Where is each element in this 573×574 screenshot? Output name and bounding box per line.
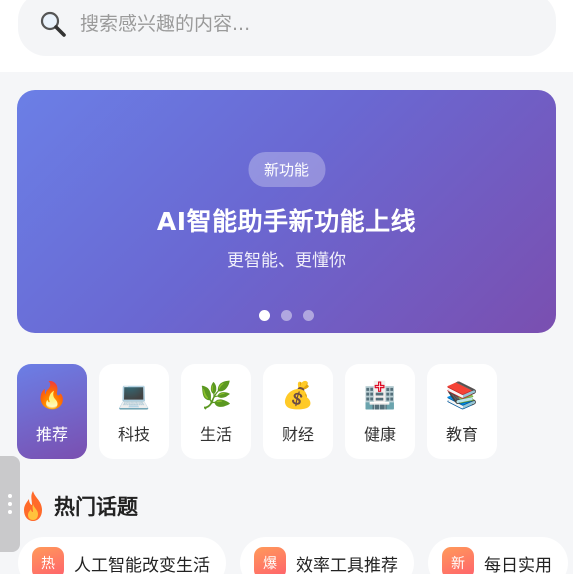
- side-drawer-handle[interactable]: [0, 456, 20, 552]
- search-bar[interactable]: [18, 0, 556, 56]
- carousel-dots: [17, 310, 556, 321]
- topic-chip[interactable]: 爆 效率工具推荐: [240, 537, 414, 574]
- herb-icon: 🌿: [199, 380, 233, 411]
- category-row: 🔥 推荐 💻 科技 🌿 生活 💰 财经 🏥 健康 📚 教育: [17, 364, 497, 459]
- handle-dot: [8, 510, 12, 514]
- fire-icon: [24, 491, 42, 521]
- section-title: 热门话题: [54, 495, 138, 519]
- laptop-icon: 💻: [117, 380, 151, 411]
- category-recommend[interactable]: 🔥 推荐: [17, 364, 87, 459]
- banner-title: AI智能助手新功能上线: [156, 207, 417, 236]
- topic-label: 效率工具推荐: [296, 555, 398, 574]
- carousel-dot-2[interactable]: [281, 310, 292, 321]
- carousel-dot-3[interactable]: [303, 310, 314, 321]
- hospital-icon: 🏥: [363, 380, 397, 411]
- topic-label: 每日实用: [484, 555, 552, 574]
- category-label: 科技: [117, 424, 150, 444]
- carousel-dot-1[interactable]: [259, 310, 270, 321]
- fire-icon: 🔥: [35, 380, 69, 411]
- category-label: 健康: [363, 424, 396, 444]
- handle-dot: [8, 502, 12, 506]
- topic-tag-badge: 新: [442, 547, 474, 574]
- header-bar: [0, 0, 573, 72]
- topic-chips: 热 人工智能改变生活 爆 效率工具推荐 新 每日实用: [18, 537, 568, 574]
- category-life[interactable]: 🌿 生活: [181, 364, 251, 459]
- category-label: 推荐: [35, 424, 68, 444]
- topic-tag-badge: 爆: [254, 547, 286, 574]
- category-label: 教育: [445, 424, 478, 444]
- promo-banner[interactable]: 新功能 AI智能助手新功能上线 更智能、更懂你: [17, 90, 556, 333]
- category-label: 生活: [199, 424, 232, 444]
- topic-label: 人工智能改变生活: [74, 555, 210, 574]
- search-input[interactable]: [80, 13, 460, 35]
- banner-badge: 新功能: [247, 152, 326, 187]
- category-finance[interactable]: 💰 财经: [263, 364, 333, 459]
- hot-topics-header: 热门话题: [20, 490, 138, 522]
- category-health[interactable]: 🏥 健康: [345, 364, 415, 459]
- category-education[interactable]: 📚 教育: [427, 364, 497, 459]
- topic-chip[interactable]: 热 人工智能改变生活: [18, 537, 226, 574]
- category-label: 财经: [281, 424, 314, 444]
- handle-dot: [8, 494, 12, 498]
- search-icon[interactable]: [38, 9, 68, 39]
- category-tech[interactable]: 💻 科技: [99, 364, 169, 459]
- books-icon: 📚: [445, 380, 479, 411]
- topic-tag-badge: 热: [32, 547, 64, 574]
- money-bag-icon: 💰: [281, 380, 315, 411]
- banner-subtitle: 更智能、更懂你: [227, 251, 346, 271]
- topic-chip[interactable]: 新 每日实用: [428, 537, 568, 574]
